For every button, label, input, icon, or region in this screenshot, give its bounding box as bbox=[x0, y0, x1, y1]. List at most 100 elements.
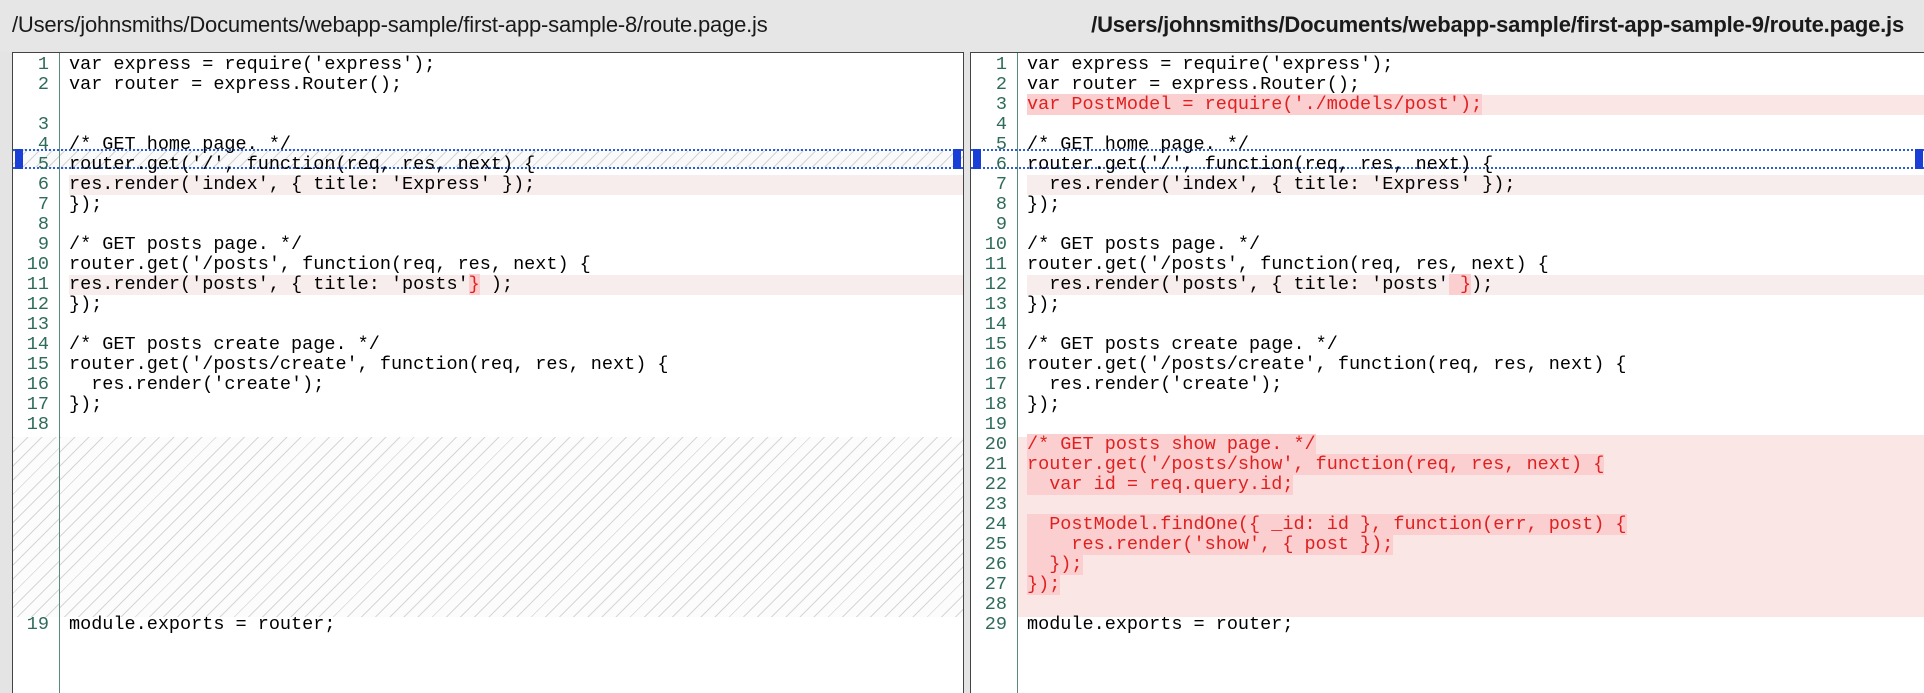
code-text: }); bbox=[1027, 294, 1061, 315]
code-line[interactable]: 24 PostModel.findOne({ _id: id }, functi… bbox=[971, 514, 1924, 535]
code-text: res.render('show', { post }); bbox=[1027, 534, 1394, 555]
code-line[interactable]: 5 /* GET home page. */ bbox=[971, 135, 1924, 155]
line-code: PostModel.findOne({ _id: id }, function(… bbox=[1027, 514, 1924, 535]
line-number: 9 bbox=[995, 214, 1007, 235]
line-code: router.get('/posts/create', function(req… bbox=[69, 355, 963, 375]
right-editor-pane[interactable]: 1 var express = require('express'); 2 var r… bbox=[970, 52, 1924, 693]
code-line[interactable]: 13}); bbox=[971, 295, 1924, 315]
code-line[interactable]: 18 bbox=[13, 415, 963, 435]
code-line[interactable]: 26 }); bbox=[971, 554, 1924, 575]
left-editor-pane[interactable]: 1 var express = require('express'); 2 var r… bbox=[12, 52, 964, 693]
code-text: res.render('index', { title: 'Express' }… bbox=[1027, 174, 1516, 195]
code-line[interactable]: 10 router.get('/posts', function(req, res… bbox=[13, 255, 963, 275]
line-code: router.get('/posts/create', function(req… bbox=[1027, 355, 1924, 375]
line-code: res.render('index', { title: 'Express' }… bbox=[1027, 175, 1924, 195]
code-line[interactable]: 6 router.get('/', function(req, res, next… bbox=[971, 155, 1924, 175]
line-code: res.render('create'); bbox=[1027, 375, 1924, 395]
code-line[interactable]: 29 module.exports = router; bbox=[971, 615, 1924, 635]
code-text: /* GET posts page. */ bbox=[69, 234, 303, 255]
code-line[interactable]: 19 module.exports = router; bbox=[13, 615, 963, 635]
line-code: var router = express.Router(); bbox=[1027, 75, 1924, 95]
code-text: }); bbox=[69, 394, 103, 415]
line-code: res.render('posts', { title: 'posts'} ); bbox=[69, 274, 963, 295]
code-text: module.exports = router; bbox=[1027, 614, 1294, 635]
line-code: var id = req.query.id; bbox=[1027, 474, 1924, 495]
line-code: res.render('show', { post }); bbox=[1027, 534, 1924, 555]
line-code: module.exports = router; bbox=[69, 615, 963, 635]
code-line[interactable]: 9 /* GET posts page. */ bbox=[13, 235, 963, 255]
line-code: res.render('posts', { title: 'posts' }); bbox=[1027, 274, 1924, 295]
code-line[interactable]: 1 var express = require('express'); bbox=[13, 55, 963, 75]
code-line[interactable]: 18}); bbox=[971, 395, 1924, 415]
code-line[interactable]: 10 /* GET posts page. */ bbox=[971, 235, 1924, 255]
code-text: /* GET posts create page. */ bbox=[1027, 334, 1338, 355]
line-number: 27 bbox=[984, 574, 1007, 595]
line-code: }); bbox=[69, 295, 963, 315]
code-line[interactable]: 2 var router = express.Router(); bbox=[971, 75, 1924, 95]
code-line[interactable]: 3 bbox=[13, 115, 963, 135]
code-line[interactable]: 13 bbox=[13, 315, 963, 335]
code-line[interactable]: 11 router.get('/posts', function(req, res… bbox=[971, 255, 1924, 275]
code-line[interactable]: 12 res.render('posts', { title: 'posts' … bbox=[971, 274, 1924, 295]
line-code: var express = require('express'); bbox=[69, 55, 963, 75]
line-number: 5 bbox=[995, 134, 1007, 155]
code-line[interactable]: 8 bbox=[13, 215, 963, 235]
code-text: }); bbox=[1027, 394, 1061, 415]
code-line[interactable]: 17}); bbox=[13, 395, 963, 415]
line-code: res.render('index', { title: 'Express' }… bbox=[69, 175, 963, 195]
line-code: }); bbox=[69, 195, 963, 215]
line-code: }); bbox=[69, 395, 963, 415]
code-line[interactable]: 22 var id = req.query.id; bbox=[971, 474, 1924, 495]
code-line[interactable]: 14 bbox=[971, 315, 1924, 335]
line-code: }); bbox=[1027, 554, 1924, 575]
code-text: /* GET posts page. */ bbox=[1027, 234, 1261, 255]
code-line[interactable]: 16 router.get('/posts/create', function(r… bbox=[971, 355, 1924, 375]
code-line[interactable]: 4 /* GET home page. */ bbox=[13, 135, 963, 155]
missing-lines-placeholder bbox=[60, 437, 963, 617]
code-line[interactable]: 7 res.render('index', { title: 'Express'… bbox=[971, 175, 1924, 195]
changed-token: } bbox=[468, 274, 480, 295]
code-line[interactable]: 8}); bbox=[971, 195, 1924, 215]
code-line[interactable]: 5 router.get('/', function(req, res, next… bbox=[13, 155, 963, 175]
code-line[interactable]: 16 res.render('create'); bbox=[13, 375, 963, 395]
line-code: /* GET posts page. */ bbox=[69, 235, 963, 255]
code-line[interactable]: 14 /* GET posts create page. */ bbox=[13, 335, 963, 355]
code-line[interactable]: 12}); bbox=[13, 295, 963, 315]
code-line[interactable]: 2 var router = express.Router(); bbox=[13, 75, 963, 95]
code-line[interactable]: 6 res.render('index', { title: 'Express' … bbox=[13, 175, 963, 195]
right-file-path: /Users/johnsmiths/Documents/webapp-sampl… bbox=[1091, 12, 1904, 37]
code-line[interactable]: 15 /* GET posts create page. */ bbox=[971, 335, 1924, 355]
line-code: }); bbox=[1027, 195, 1924, 215]
code-line[interactable]: 19 bbox=[971, 415, 1924, 435]
code-line[interactable]: 25 res.render('show', { post }); bbox=[971, 534, 1924, 555]
code-line[interactable]: 1 var express = require('express'); bbox=[971, 55, 1924, 75]
line-number: 6 bbox=[37, 174, 49, 195]
code-text: }); bbox=[69, 194, 103, 215]
line-number: 10 bbox=[984, 234, 1007, 255]
code-line[interactable]: 21 router.get('/posts/show', function(req… bbox=[971, 454, 1924, 475]
code-line[interactable]: 27}); bbox=[971, 574, 1924, 595]
code-line[interactable]: 15 router.get('/posts/create', function(r… bbox=[13, 355, 963, 375]
line-number: 5 bbox=[37, 154, 49, 175]
code-line[interactable]: 3 var PostModel = require('./models/post'… bbox=[971, 94, 1924, 115]
line-code: router.get('/posts', function(req, res, … bbox=[69, 255, 963, 275]
code-line[interactable]: 4 bbox=[971, 115, 1924, 135]
code-text: var router = express.Router(); bbox=[69, 74, 403, 95]
code-line[interactable]: 17 res.render('create'); bbox=[971, 375, 1924, 395]
line-code: var express = require('express'); bbox=[1027, 55, 1924, 75]
code-line[interactable]: 9 bbox=[971, 215, 1924, 235]
code-line[interactable]: 23 bbox=[971, 495, 1924, 515]
code-line[interactable]: 20 /* GET posts show page. */ bbox=[971, 434, 1924, 455]
code-line[interactable]: 11 res.render('posts', { title: 'posts'} … bbox=[13, 274, 963, 295]
line-code: /* GET home page. */ bbox=[1027, 135, 1924, 155]
line-number: 2 bbox=[995, 74, 1007, 95]
line-number: 12 bbox=[26, 294, 49, 315]
code-line[interactable]: 7}); bbox=[13, 195, 963, 215]
line-code: router.get('/posts/show', function(req, … bbox=[1027, 454, 1924, 475]
changed-token: } bbox=[1448, 274, 1472, 295]
code-line[interactable]: 28 bbox=[971, 595, 1924, 615]
line-number: 14 bbox=[984, 314, 1007, 335]
line-number: 22 bbox=[984, 474, 1007, 495]
line-number: 18 bbox=[984, 394, 1007, 415]
line-number: 18 bbox=[26, 414, 49, 435]
